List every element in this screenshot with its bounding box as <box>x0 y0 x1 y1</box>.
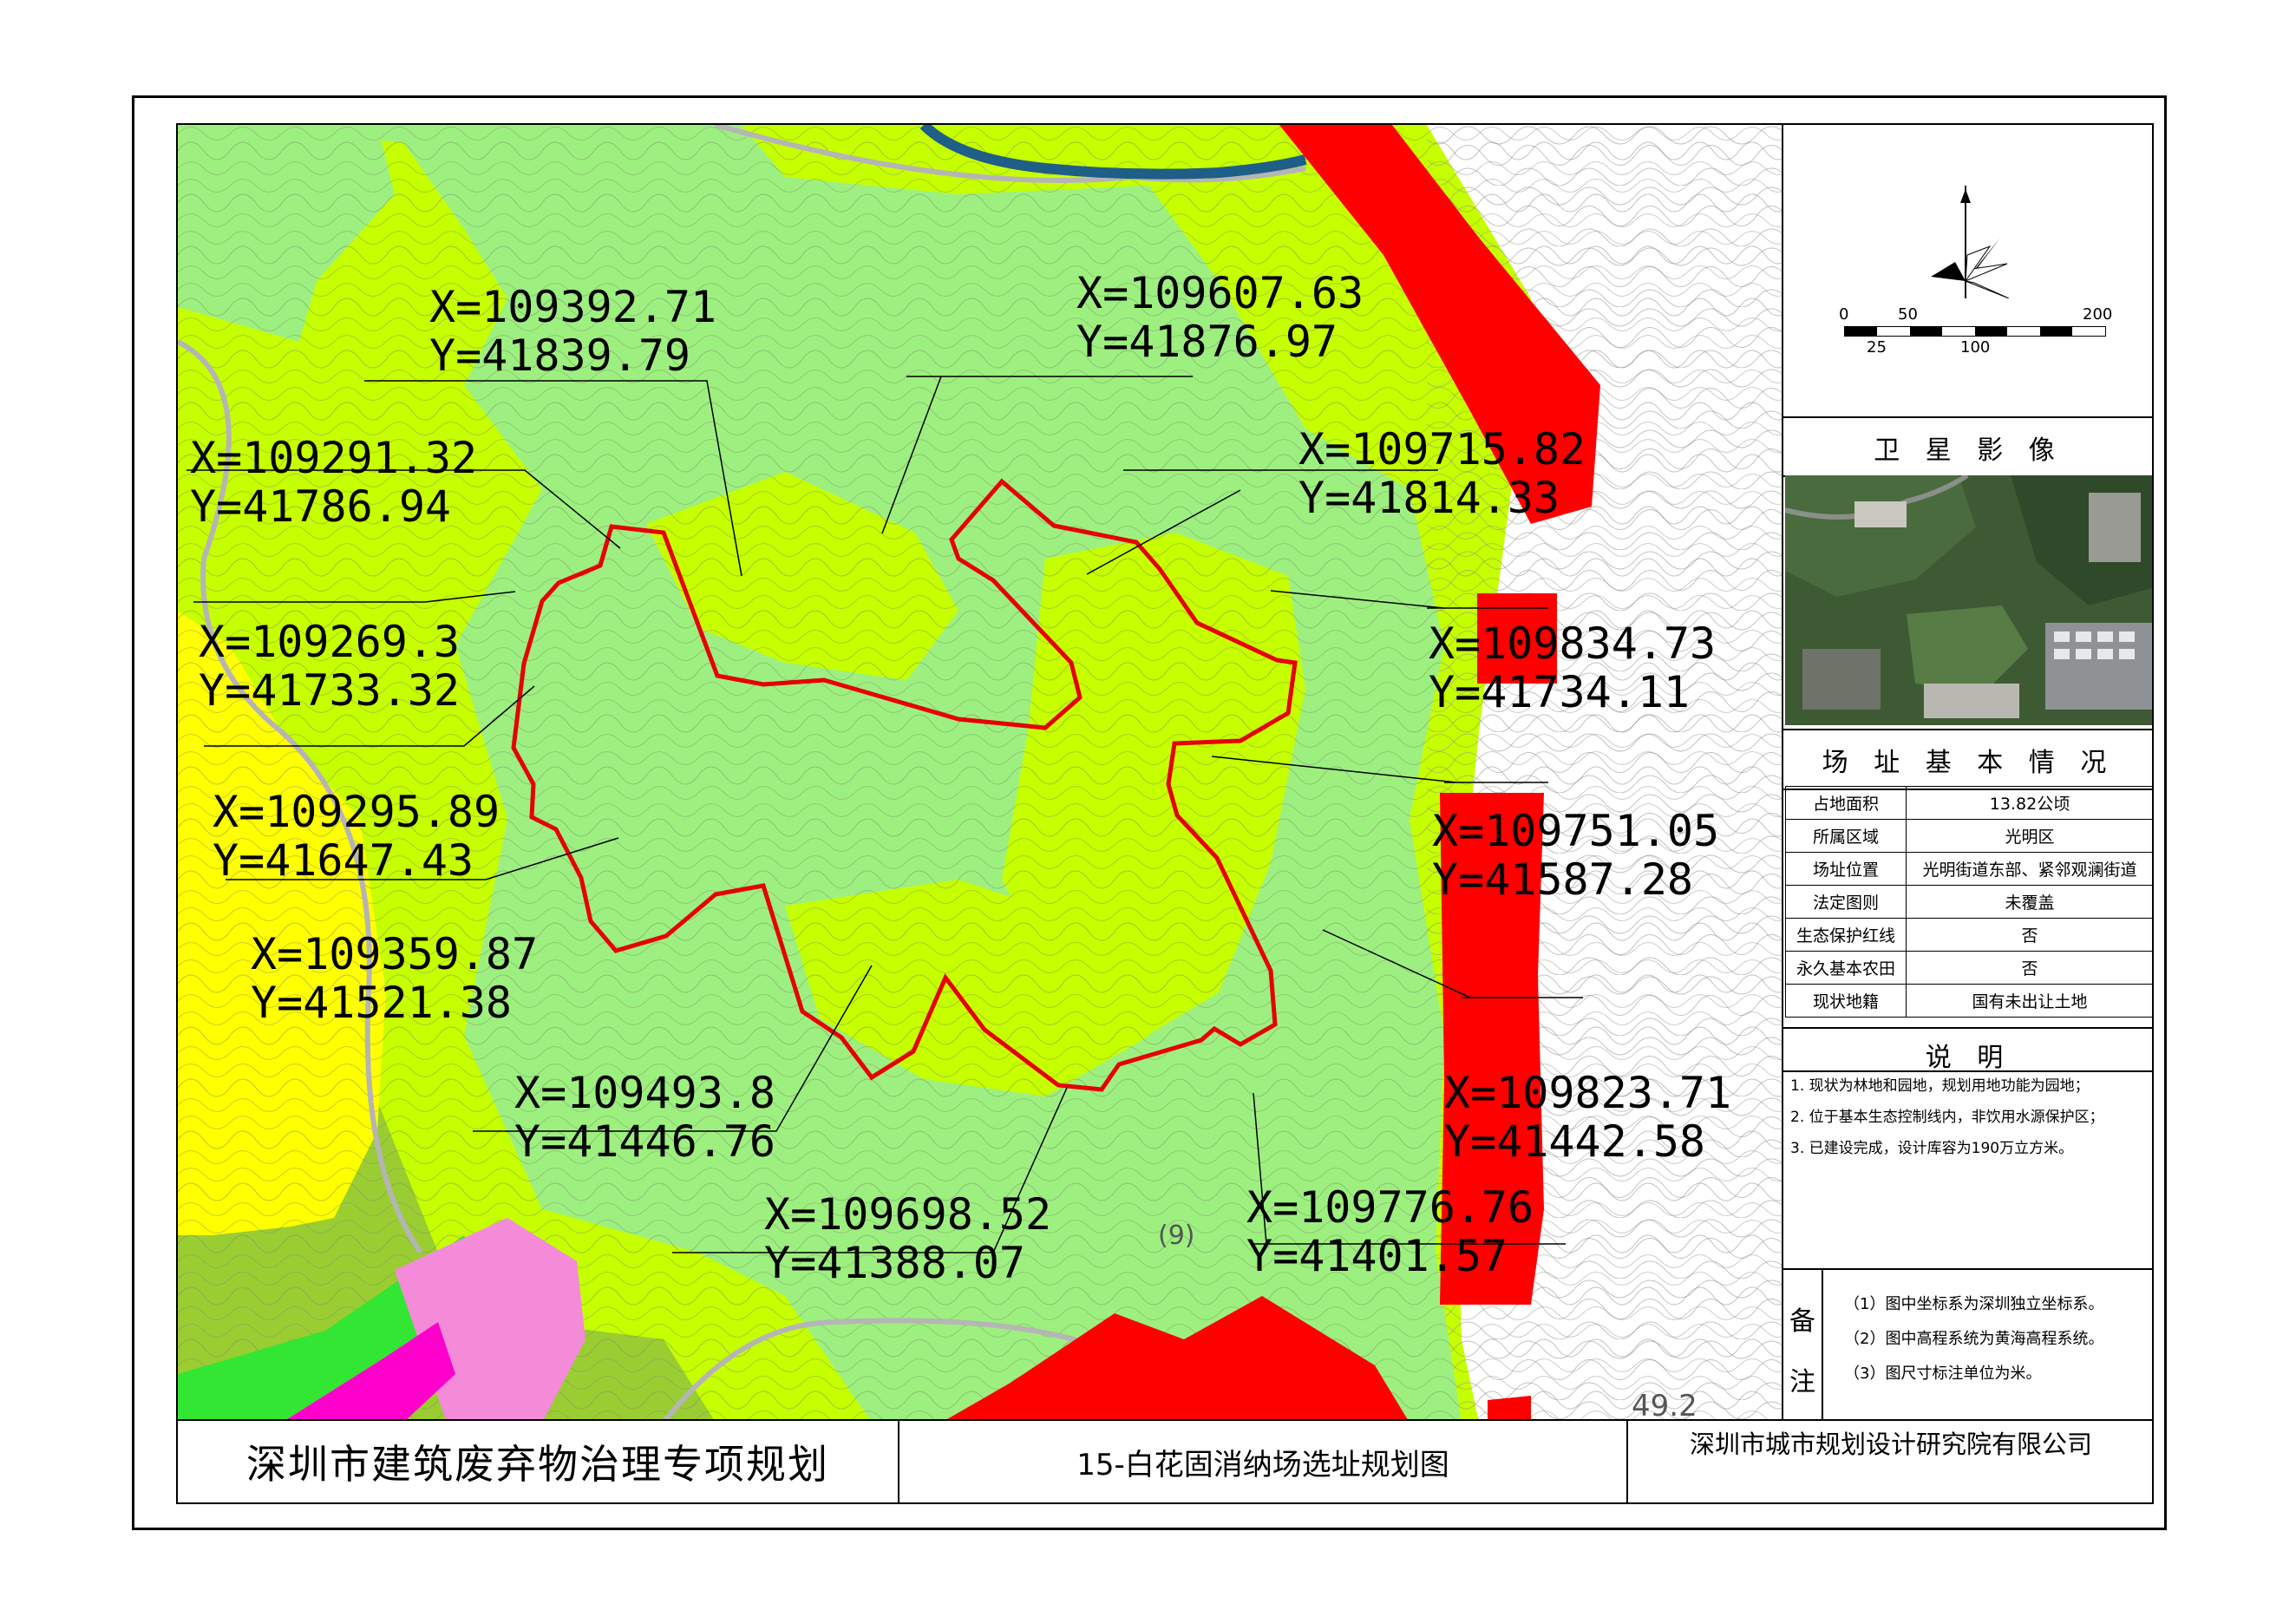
table-row: 现状地籍 国有未出让土地 <box>1785 984 2154 1018</box>
satellite-title: 卫 星 影 像 <box>1874 435 2064 466</box>
elevation-label: 49.2 <box>1632 1389 1697 1421</box>
coord-x: X=109493.8 <box>514 1068 776 1118</box>
coord-y: Y=41876.97 <box>1076 317 1338 367</box>
coord-label-8: X=109751.05 Y=41587.28 <box>1432 807 1719 904</box>
info-key: 法定图则 <box>1785 885 1907 919</box>
coord-label-13: X=109698.52 Y=41388.07 <box>764 1190 1051 1287</box>
explain-item: 1. 现状为林地和园地，规划用地功能为园地； <box>1790 1077 2090 1095</box>
satellite-image <box>1785 475 2152 725</box>
legend-panel: 0 50 200 25 100 卫 星 影 像 场 址 基 本 情 况 说 明 … <box>1783 123 2154 1421</box>
table-row: 所属区域 光明区 <box>1785 819 2154 853</box>
scale-tick-100: 100 <box>1960 338 1991 357</box>
map-canvas[interactable]: (9) 49.2 X=109392.71 Y=41839.79 X=109607.… <box>176 123 1783 1421</box>
remark-item: （3）图尺寸标注单位为米。 <box>1844 1364 2042 1383</box>
coord-label-11: X=109493.8 Y=41446.76 <box>514 1069 775 1166</box>
coord-x: X=109823.71 <box>1444 1068 1732 1118</box>
coord-y: Y=41442.58 <box>1444 1116 1706 1167</box>
info-value: 光明区 <box>1906 819 2154 853</box>
info-key: 现状地籍 <box>1785 984 1907 1018</box>
coord-x: X=109751.05 <box>1432 806 1720 856</box>
info-key: 场址位置 <box>1785 852 1907 886</box>
table-row: 法定图则 未覆盖 <box>1785 885 2154 919</box>
coord-y: Y=41587.28 <box>1432 854 1694 905</box>
coord-label-2: X=109607.63 Y=41876.97 <box>1076 269 1364 366</box>
red-zone-se <box>1488 1396 1531 1419</box>
info-value: 未覆盖 <box>1906 885 2154 919</box>
scale-tick-200: 200 <box>2083 305 2113 324</box>
explain-item: 2. 位于基本生态控制线内，非饮用水源保护区； <box>1790 1109 2104 1126</box>
info-key: 生态保护红线 <box>1785 918 1907 952</box>
info-value: 否 <box>1906 951 2154 985</box>
coord-y: Y=41786.94 <box>190 481 452 532</box>
coord-x: X=109392.71 <box>429 282 717 332</box>
info-key: 永久基本农田 <box>1785 951 1907 985</box>
coord-y: Y=41733.32 <box>199 665 461 716</box>
coord-label-9: X=109359.87 Y=41521.38 <box>251 930 538 1027</box>
coord-y: Y=41839.79 <box>429 330 691 381</box>
coord-x: X=109698.52 <box>764 1189 1052 1240</box>
map-title: 15-白花固消纳场选址规划图 <box>1076 1447 1449 1482</box>
coord-y: Y=41388.07 <box>764 1238 1026 1288</box>
coord-y: Y=41734.11 <box>1429 667 1691 717</box>
coord-x: X=109295.89 <box>213 787 500 837</box>
remark-item: （2）图中高程系统为黄海高程系统。 <box>1844 1330 2104 1348</box>
scale-tick-25: 25 <box>1867 338 1887 357</box>
site-info-table: 占地面积 13.82公顷 所属区域 光明区 场址位置 光明街道东部、紧邻观澜街道 法定… <box>1785 786 2154 1018</box>
coord-x: X=109607.63 <box>1076 268 1364 318</box>
explain-title: 说 明 <box>1925 1043 2012 1073</box>
coord-x: X=109715.82 <box>1298 424 1586 474</box>
coord-x: X=109291.32 <box>190 433 478 483</box>
info-value: 国有未出让土地 <box>1906 984 2154 1018</box>
coord-y: Y=41647.43 <box>213 835 474 886</box>
coord-label-5: X=109269.3 Y=41733.32 <box>199 618 460 715</box>
coord-label-1: X=109392.71 Y=41839.79 <box>429 283 716 380</box>
coord-label-4: X=109715.82 Y=41814.33 <box>1298 425 1586 522</box>
coord-y: Y=41446.76 <box>514 1116 776 1167</box>
scale-bar: 0 50 200 25 100 <box>1839 305 2112 357</box>
coord-label-12: X=109776.76 Y=41401.57 <box>1246 1183 1534 1280</box>
coord-y: Y=41521.38 <box>251 978 513 1028</box>
coord-label-3: X=109291.32 Y=41786.94 <box>190 434 477 531</box>
table-row: 场址位置 光明街道东部、紧邻观澜街道 <box>1785 852 2154 886</box>
info-key: 占地面积 <box>1785 786 1907 820</box>
coord-x: X=109359.87 <box>251 929 539 979</box>
plan-title: 深圳市建筑废弃物治理专项规划 <box>246 1441 829 1488</box>
coord-x: X=109776.76 <box>1246 1182 1534 1233</box>
institute-name: 深圳市城市规划设计研究院有限公司 <box>1689 1430 2092 1459</box>
remark-item: （1）图中坐标系为深圳独立坐标系。 <box>1844 1295 2104 1313</box>
info-key: 所属区域 <box>1785 819 1907 853</box>
title-bar: 深圳市建筑废弃物治理专项规划 15-白花固消纳场选址规划图 深圳市城市规划设计研… <box>176 1421 2154 1504</box>
info-value: 13.82公顷 <box>1906 786 2154 820</box>
coord-y: Y=41814.33 <box>1298 473 1560 523</box>
scale-tick-50: 50 <box>1898 305 1918 324</box>
table-row: 占地面积 13.82公顷 <box>1785 786 2154 820</box>
remarks-list: （1）图中坐标系为深圳独立坐标系。 （2）图中高程系统为黄海高程系统。 （3）图… <box>1844 1287 2103 1391</box>
remarks-label: 备注 <box>1789 1306 1815 1397</box>
table-row: 永久基本农田否 <box>1785 951 2154 985</box>
explain-item: 3. 已建设完成，设计库容为190万立方米。 <box>1790 1140 2074 1157</box>
info-value: 否 <box>1906 918 2154 952</box>
north-arrow-icon <box>1931 186 2010 298</box>
coord-label-6: X=109834.73 Y=41734.11 <box>1429 619 1716 717</box>
coord-x: X=109269.3 <box>199 617 461 667</box>
coord-label-7: X=109295.89 Y=41647.43 <box>213 788 500 885</box>
scale-tick-0: 0 <box>1839 305 1849 324</box>
site-info-title: 场 址 基 本 情 况 <box>1822 748 2116 778</box>
info-value: 光明街道东部、紧邻观澜街道 <box>1906 852 2154 886</box>
road-label: (9) <box>1158 1221 1195 1251</box>
coord-y: Y=41401.57 <box>1246 1231 1508 1281</box>
explain-list: 1. 现状为林地和园地，规划用地功能为园地； 2. 位于基本生态控制线内，非饮用… <box>1790 1070 2104 1164</box>
coord-x: X=109834.73 <box>1429 618 1717 669</box>
coord-label-10: X=109823.71 Y=41442.58 <box>1444 1069 1731 1166</box>
table-row: 生态保护红线否 <box>1785 918 2154 952</box>
